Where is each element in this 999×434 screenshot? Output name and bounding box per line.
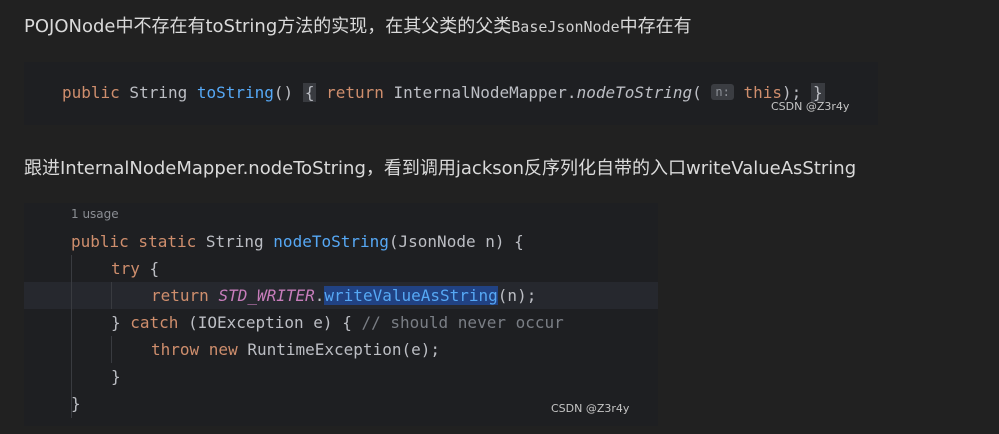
watermark: CSDN @Z3r4y <box>551 402 630 415</box>
code-line-5: throw new RuntimeException(e); <box>151 336 440 363</box>
keyword-public-static: public static <box>71 232 197 251</box>
code-block-tostring: public String toString() { return Intern… <box>24 62 878 125</box>
code-block-nodetostring: 1 usage public static String nodeToStrin… <box>24 203 658 426</box>
keyword-try: try <box>111 259 140 278</box>
keyword-throw-new: throw new <box>151 340 238 359</box>
usage-hint[interactable]: 1 usage <box>71 207 119 221</box>
close-brace: } <box>71 394 81 413</box>
method-nodetostring: nodeToString <box>273 232 389 251</box>
code-line-6: } <box>111 363 121 390</box>
open-brace: { <box>302 83 317 102</box>
args: (n); <box>497 286 537 305</box>
catch-clause: (IOException e) { <box>178 313 362 332</box>
constant-std-writer: STD_WRITER <box>218 286 315 305</box>
code-line-1: public static String nodeToString(JsonNo… <box>71 228 524 255</box>
method-writevalueasstring: writeValueAsString <box>324 286 498 305</box>
method-tostring: toString <box>196 83 274 102</box>
code-line: public String toString() { return Intern… <box>62 83 825 102</box>
keyword-public: public <box>62 83 120 102</box>
type-string: String <box>196 232 274 251</box>
code-line-3: return STD_WRITER.writeValueAsString(n); <box>151 282 536 309</box>
dot: . <box>314 286 325 305</box>
type-string: String <box>119 83 197 102</box>
params: (JsonNode n) { <box>388 232 524 251</box>
class-internalnodemapper: InternalNodeMapper. <box>383 83 577 102</box>
comment: // should never occur <box>361 313 564 332</box>
keyword-return: return <box>151 286 209 305</box>
keyword-catch: catch <box>130 313 179 332</box>
parameter-hint: n: <box>711 84 734 100</box>
code-line-7: } <box>71 390 81 417</box>
paragraph-2: 跟进InternalNodeMapper.nodeToString，看到调用ja… <box>24 158 857 179</box>
inline-code-basejsonnode: BaseJsonNode <box>511 18 620 36</box>
paragraph-1: POJONode中不存在有toString方法的实现，在其父类的父类BaseJs… <box>24 15 692 39</box>
close-brace: } <box>111 313 131 332</box>
open-paren: ( <box>692 83 712 102</box>
indent-guide <box>111 282 112 309</box>
paragraph-1-text: POJONode中不存在有toString方法的实现，在其父类的父类 <box>24 16 512 37</box>
parens: () <box>273 83 303 102</box>
code-line-4: } catch (IOException e) { // should neve… <box>111 309 564 336</box>
code-line-2: try { <box>111 255 159 282</box>
runtime-exception: RuntimeException(e); <box>237 340 440 359</box>
watermark: CSDN @Z3r4y <box>771 100 850 113</box>
keyword-return: return <box>326 83 384 102</box>
indent-guide <box>111 336 112 363</box>
close-brace: } <box>111 367 121 386</box>
method-nodetostring: nodeToString <box>576 83 693 102</box>
open-brace: { <box>139 259 160 278</box>
paragraph-1-tail: 中存在有 <box>619 16 692 37</box>
